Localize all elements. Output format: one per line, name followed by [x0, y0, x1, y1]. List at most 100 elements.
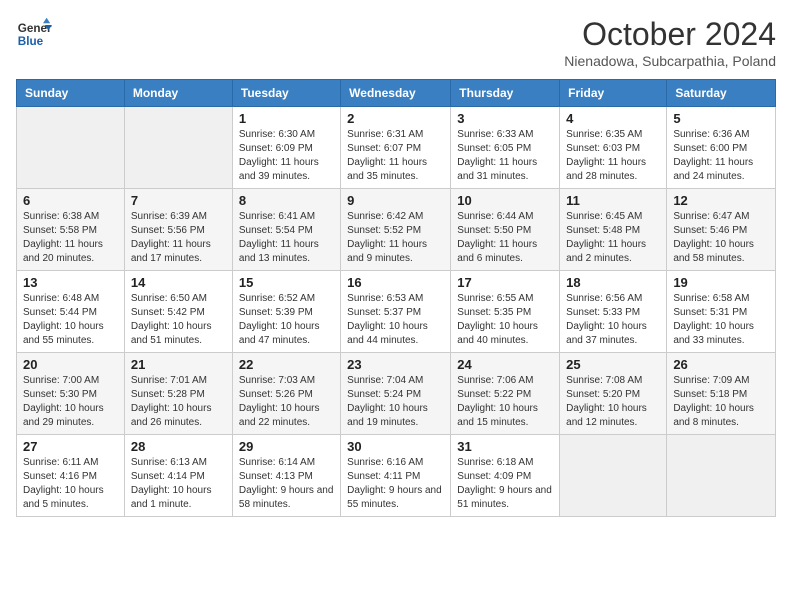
calendar-cell: 13 Sunrise: 6:48 AM Sunset: 5:44 PM Dayli…: [17, 271, 125, 353]
calendar-cell: 26 Sunrise: 7:09 AM Sunset: 5:18 PM Dayli…: [667, 353, 776, 435]
calendar-cell: 20 Sunrise: 7:00 AM Sunset: 5:30 PM Dayli…: [17, 353, 125, 435]
day-number: 24: [457, 357, 553, 372]
day-header-thursday: Thursday: [451, 80, 560, 107]
calendar-cell: 22 Sunrise: 7:03 AM Sunset: 5:26 PM Dayli…: [232, 353, 340, 435]
day-number: 5: [673, 111, 769, 126]
day-info: Sunrise: 6:42 AM Sunset: 5:52 PM Dayligh…: [347, 210, 444, 266]
calendar-header-row: SundayMondayTuesdayWednesdayThursdayFrid…: [17, 80, 776, 107]
week-row-1: 1 Sunrise: 6:30 AM Sunset: 6:09 PM Daylig…: [17, 107, 776, 189]
location-subtitle: Nienadowa, Subcarpathia, Poland: [564, 53, 776, 69]
calendar-cell: 4Sunrise: 6:35 AM Sunset: 6:03 PM Daylig…: [560, 107, 667, 189]
day-number: 28: [131, 439, 226, 454]
calendar-cell: 23Sunrise: 7:04 AM Sunset: 5:24 PM Dayli…: [341, 353, 451, 435]
calendar-cell: 18Sunrise: 6:56 AM Sunset: 5:33 PM Dayli…: [560, 271, 667, 353]
calendar-cell: 11 Sunrise: 6:45 AM Sunset: 5:48 PM Dayli…: [560, 189, 667, 271]
day-number: 12: [673, 193, 769, 208]
calendar-cell: [124, 107, 232, 189]
page-header: General Blue October 2024 Nienadowa, Sub…: [16, 16, 776, 69]
day-number: 2: [347, 111, 444, 126]
day-info: Sunrise: 6:30 AM Sunset: 6:09 PM Dayligh…: [239, 128, 334, 184]
calendar-cell: 29 Sunrise: 6:14 AM Sunset: 4:13 PM Dayli…: [232, 435, 340, 517]
calendar-cell: 24 Sunrise: 7:06 AM Sunset: 5:22 PM Dayli…: [451, 353, 560, 435]
week-row-5: 27 Sunrise: 6:11 AM Sunset: 4:16 PM Dayli…: [17, 435, 776, 517]
calendar-body: 1 Sunrise: 6:30 AM Sunset: 6:09 PM Daylig…: [17, 107, 776, 517]
calendar-cell: 19 Sunrise: 6:58 AM Sunset: 5:31 PM Dayli…: [667, 271, 776, 353]
day-header-friday: Friday: [560, 80, 667, 107]
day-number: 30: [347, 439, 444, 454]
day-number: 3: [457, 111, 553, 126]
svg-text:Blue: Blue: [18, 35, 44, 48]
day-info: Sunrise: 6:41 AM Sunset: 5:54 PM Dayligh…: [239, 210, 334, 266]
day-number: 13: [23, 275, 118, 290]
logo: General Blue: [16, 16, 52, 52]
day-info: Sunrise: 6:50 AM Sunset: 5:42 PM Dayligh…: [131, 292, 226, 348]
day-number: 21: [131, 357, 226, 372]
day-info: Sunrise: 7:04 AM Sunset: 5:24 PM Dayligh…: [347, 374, 444, 430]
day-number: 27: [23, 439, 118, 454]
day-number: 20: [23, 357, 118, 372]
day-info: Sunrise: 6:45 AM Sunset: 5:48 PM Dayligh…: [566, 210, 660, 266]
day-number: 26: [673, 357, 769, 372]
day-info: Sunrise: 6:16 AM Sunset: 4:11 PM Dayligh…: [347, 456, 444, 512]
day-info: Sunrise: 7:08 AM Sunset: 5:20 PM Dayligh…: [566, 374, 660, 430]
day-number: 25: [566, 357, 660, 372]
day-number: 22: [239, 357, 334, 372]
day-info: Sunrise: 6:31 AM Sunset: 6:07 PM Dayligh…: [347, 128, 444, 184]
day-number: 17: [457, 275, 553, 290]
day-number: 19: [673, 275, 769, 290]
calendar-cell: 8Sunrise: 6:41 AM Sunset: 5:54 PM Daylig…: [232, 189, 340, 271]
day-info: Sunrise: 7:06 AM Sunset: 5:22 PM Dayligh…: [457, 374, 553, 430]
calendar-cell: 31Sunrise: 6:18 AM Sunset: 4:09 PM Dayli…: [451, 435, 560, 517]
calendar-cell: 28 Sunrise: 6:13 AM Sunset: 4:14 PM Dayli…: [124, 435, 232, 517]
week-row-2: 6 Sunrise: 6:38 AM Sunset: 5:58 PM Daylig…: [17, 189, 776, 271]
day-info: Sunrise: 6:39 AM Sunset: 5:56 PM Dayligh…: [131, 210, 226, 266]
day-info: Sunrise: 6:44 AM Sunset: 5:50 PM Dayligh…: [457, 210, 553, 266]
day-header-monday: Monday: [124, 80, 232, 107]
day-info: Sunrise: 6:48 AM Sunset: 5:44 PM Dayligh…: [23, 292, 118, 348]
day-info: Sunrise: 6:38 AM Sunset: 5:58 PM Dayligh…: [23, 210, 118, 266]
day-info: Sunrise: 6:18 AM Sunset: 4:09 PM Dayligh…: [457, 456, 553, 512]
day-number: 7: [131, 193, 226, 208]
calendar-cell: 15Sunrise: 6:52 AM Sunset: 5:39 PM Dayli…: [232, 271, 340, 353]
day-info: Sunrise: 7:00 AM Sunset: 5:30 PM Dayligh…: [23, 374, 118, 430]
day-number: 11: [566, 193, 660, 208]
day-header-tuesday: Tuesday: [232, 80, 340, 107]
day-info: Sunrise: 6:13 AM Sunset: 4:14 PM Dayligh…: [131, 456, 226, 512]
calendar-cell: 16 Sunrise: 6:53 AM Sunset: 5:37 PM Dayli…: [341, 271, 451, 353]
calendar-cell: [667, 435, 776, 517]
day-info: Sunrise: 6:47 AM Sunset: 5:46 PM Dayligh…: [673, 210, 769, 266]
week-row-4: 20 Sunrise: 7:00 AM Sunset: 5:30 PM Dayli…: [17, 353, 776, 435]
day-info: Sunrise: 6:53 AM Sunset: 5:37 PM Dayligh…: [347, 292, 444, 348]
day-number: 1: [239, 111, 334, 126]
day-number: 15: [239, 275, 334, 290]
calendar-cell: [17, 107, 125, 189]
calendar-cell: 2 Sunrise: 6:31 AM Sunset: 6:07 PM Daylig…: [341, 107, 451, 189]
day-info: Sunrise: 6:11 AM Sunset: 4:16 PM Dayligh…: [23, 456, 118, 512]
day-header-sunday: Sunday: [17, 80, 125, 107]
day-header-saturday: Saturday: [667, 80, 776, 107]
day-info: Sunrise: 6:33 AM Sunset: 6:05 PM Dayligh…: [457, 128, 553, 184]
day-header-wednesday: Wednesday: [341, 80, 451, 107]
day-info: Sunrise: 7:09 AM Sunset: 5:18 PM Dayligh…: [673, 374, 769, 430]
logo-icon: General Blue: [16, 16, 52, 52]
day-number: 29: [239, 439, 334, 454]
calendar-cell: 21 Sunrise: 7:01 AM Sunset: 5:28 PM Dayli…: [124, 353, 232, 435]
day-info: Sunrise: 6:56 AM Sunset: 5:33 PM Dayligh…: [566, 292, 660, 348]
calendar-cell: 14 Sunrise: 6:50 AM Sunset: 5:42 PM Dayli…: [124, 271, 232, 353]
day-info: Sunrise: 7:03 AM Sunset: 5:26 PM Dayligh…: [239, 374, 334, 430]
calendar-table: SundayMondayTuesdayWednesdayThursdayFrid…: [16, 79, 776, 517]
calendar-cell: 17 Sunrise: 6:55 AM Sunset: 5:35 PM Dayli…: [451, 271, 560, 353]
month-title: October 2024: [564, 16, 776, 53]
day-number: 6: [23, 193, 118, 208]
calendar-cell: [560, 435, 667, 517]
title-block: October 2024 Nienadowa, Subcarpathia, Po…: [564, 16, 776, 69]
day-info: Sunrise: 6:55 AM Sunset: 5:35 PM Dayligh…: [457, 292, 553, 348]
calendar-cell: 5Sunrise: 6:36 AM Sunset: 6:00 PM Daylig…: [667, 107, 776, 189]
day-info: Sunrise: 6:14 AM Sunset: 4:13 PM Dayligh…: [239, 456, 334, 512]
calendar-cell: 25 Sunrise: 7:08 AM Sunset: 5:20 PM Dayli…: [560, 353, 667, 435]
day-number: 16: [347, 275, 444, 290]
day-info: Sunrise: 7:01 AM Sunset: 5:28 PM Dayligh…: [131, 374, 226, 430]
day-info: Sunrise: 6:58 AM Sunset: 5:31 PM Dayligh…: [673, 292, 769, 348]
calendar-cell: 12 Sunrise: 6:47 AM Sunset: 5:46 PM Dayli…: [667, 189, 776, 271]
day-number: 14: [131, 275, 226, 290]
